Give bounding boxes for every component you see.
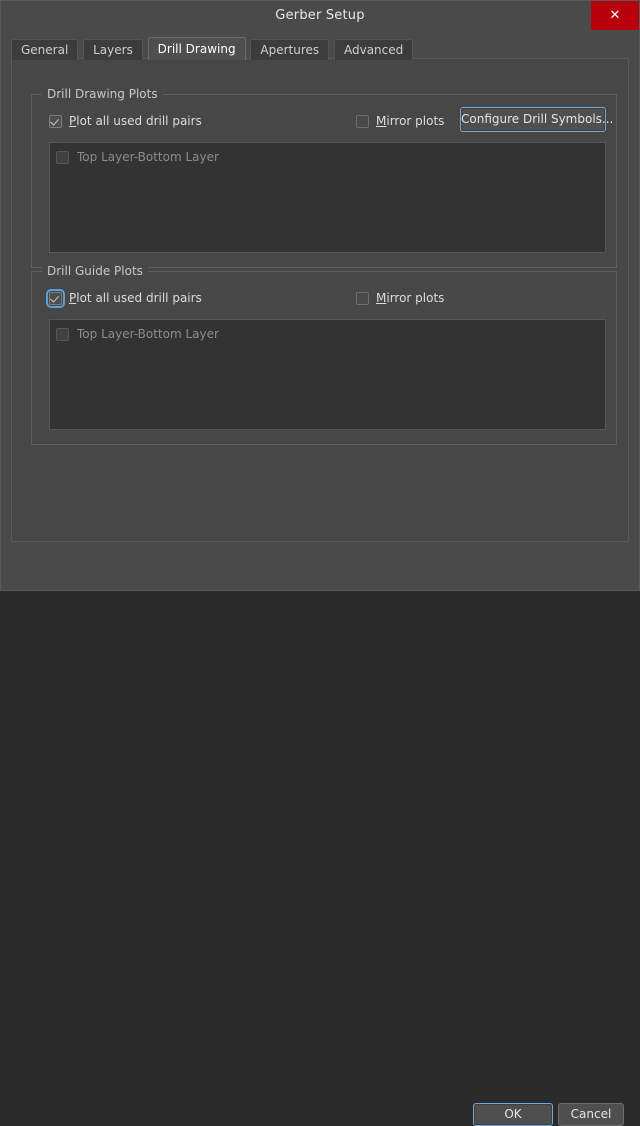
list-item-label: Top Layer-Bottom Layer	[77, 150, 219, 164]
checkbox-drawing-mirror-box[interactable]	[356, 114, 369, 128]
checkbox-drawing-plot-all-label: Plot all used drill pairs	[69, 114, 202, 128]
checkbox-drawing-mirror-plots[interactable]: Mirror plots	[356, 113, 444, 129]
gerber-setup-dialog: Gerber Setup ✕ General Layers Drill Draw…	[0, 0, 640, 1126]
tab-general[interactable]: General	[11, 39, 79, 60]
tab-drill-drawing[interactable]: Drill Drawing	[147, 37, 246, 60]
checkbox-guide-plot-all-used-drill-pairs[interactable]: Plot all used drill pairs	[46, 288, 202, 308]
checkbox-drawing-plot-all-used-drill-pairs[interactable]: Plot all used drill pairs	[49, 113, 202, 129]
label-rest: irror plots	[386, 291, 445, 305]
drill-guide-pairs-list[interactable]: Top Layer-Bottom Layer	[49, 319, 606, 430]
list-item[interactable]: Top Layer-Bottom Layer	[56, 149, 219, 165]
title-bar: Gerber Setup ✕	[1, 1, 639, 31]
checkbox-drawing-mirror-label: Mirror plots	[376, 114, 444, 128]
tab-panel-drill-drawing: Drill Drawing Plots Plot all used drill …	[11, 58, 629, 542]
group-drill-guide-plots-title: Drill Guide Plots	[42, 264, 148, 278]
label-rest: lot all used drill pairs	[76, 291, 202, 305]
checkbox-guide-mirror-box[interactable]	[356, 291, 369, 305]
cancel-button[interactable]: Cancel	[558, 1103, 624, 1126]
group-drill-drawing-plots-title: Drill Drawing Plots	[42, 87, 163, 101]
label-rest: lot all used drill pairs	[76, 114, 202, 128]
ok-button[interactable]: OK	[473, 1103, 553, 1126]
accel-letter: M	[376, 291, 387, 305]
group-drill-drawing-plots: Drill Drawing Plots Plot all used drill …	[31, 87, 617, 268]
tab-layers[interactable]: Layers	[83, 39, 143, 60]
list-item-label: Top Layer-Bottom Layer	[77, 327, 219, 341]
dialog-content: General Layers Drill Drawing Apertures A…	[8, 32, 632, 545]
accel-letter: M	[376, 114, 387, 128]
close-icon[interactable]: ✕	[591, 1, 639, 30]
tab-advanced[interactable]: Advanced	[333, 39, 414, 60]
configure-drill-symbols-button[interactable]: Configure Drill Symbols...	[460, 107, 613, 132]
dialog-title: Gerber Setup	[275, 8, 365, 23]
checkbox-guide-plot-all-box[interactable]	[46, 288, 65, 308]
label-rest: irror plots	[386, 114, 445, 128]
checkbox-guide-mirror-label: Mirror plots	[376, 291, 444, 305]
tab-bar: General Layers Drill Drawing Apertures A…	[11, 37, 414, 60]
checkbox-drill-pair-box[interactable]	[56, 327, 69, 341]
checkbox-guide-plot-all-label: Plot all used drill pairs	[69, 291, 202, 305]
list-item[interactable]: Top Layer-Bottom Layer	[56, 326, 219, 342]
checkbox-guide-mirror-plots[interactable]: Mirror plots	[356, 290, 444, 306]
dialog-footer: OK Cancel	[1, 546, 639, 1126]
drill-drawing-pairs-list[interactable]: Top Layer-Bottom Layer	[49, 142, 606, 253]
tab-apertures[interactable]: Apertures	[250, 39, 330, 60]
checkbox-drawing-plot-all-box[interactable]	[49, 114, 62, 128]
group-drill-guide-plots: Drill Guide Plots Plot all used drill pa…	[31, 264, 617, 445]
checkbox-drill-pair-box[interactable]	[56, 150, 69, 164]
